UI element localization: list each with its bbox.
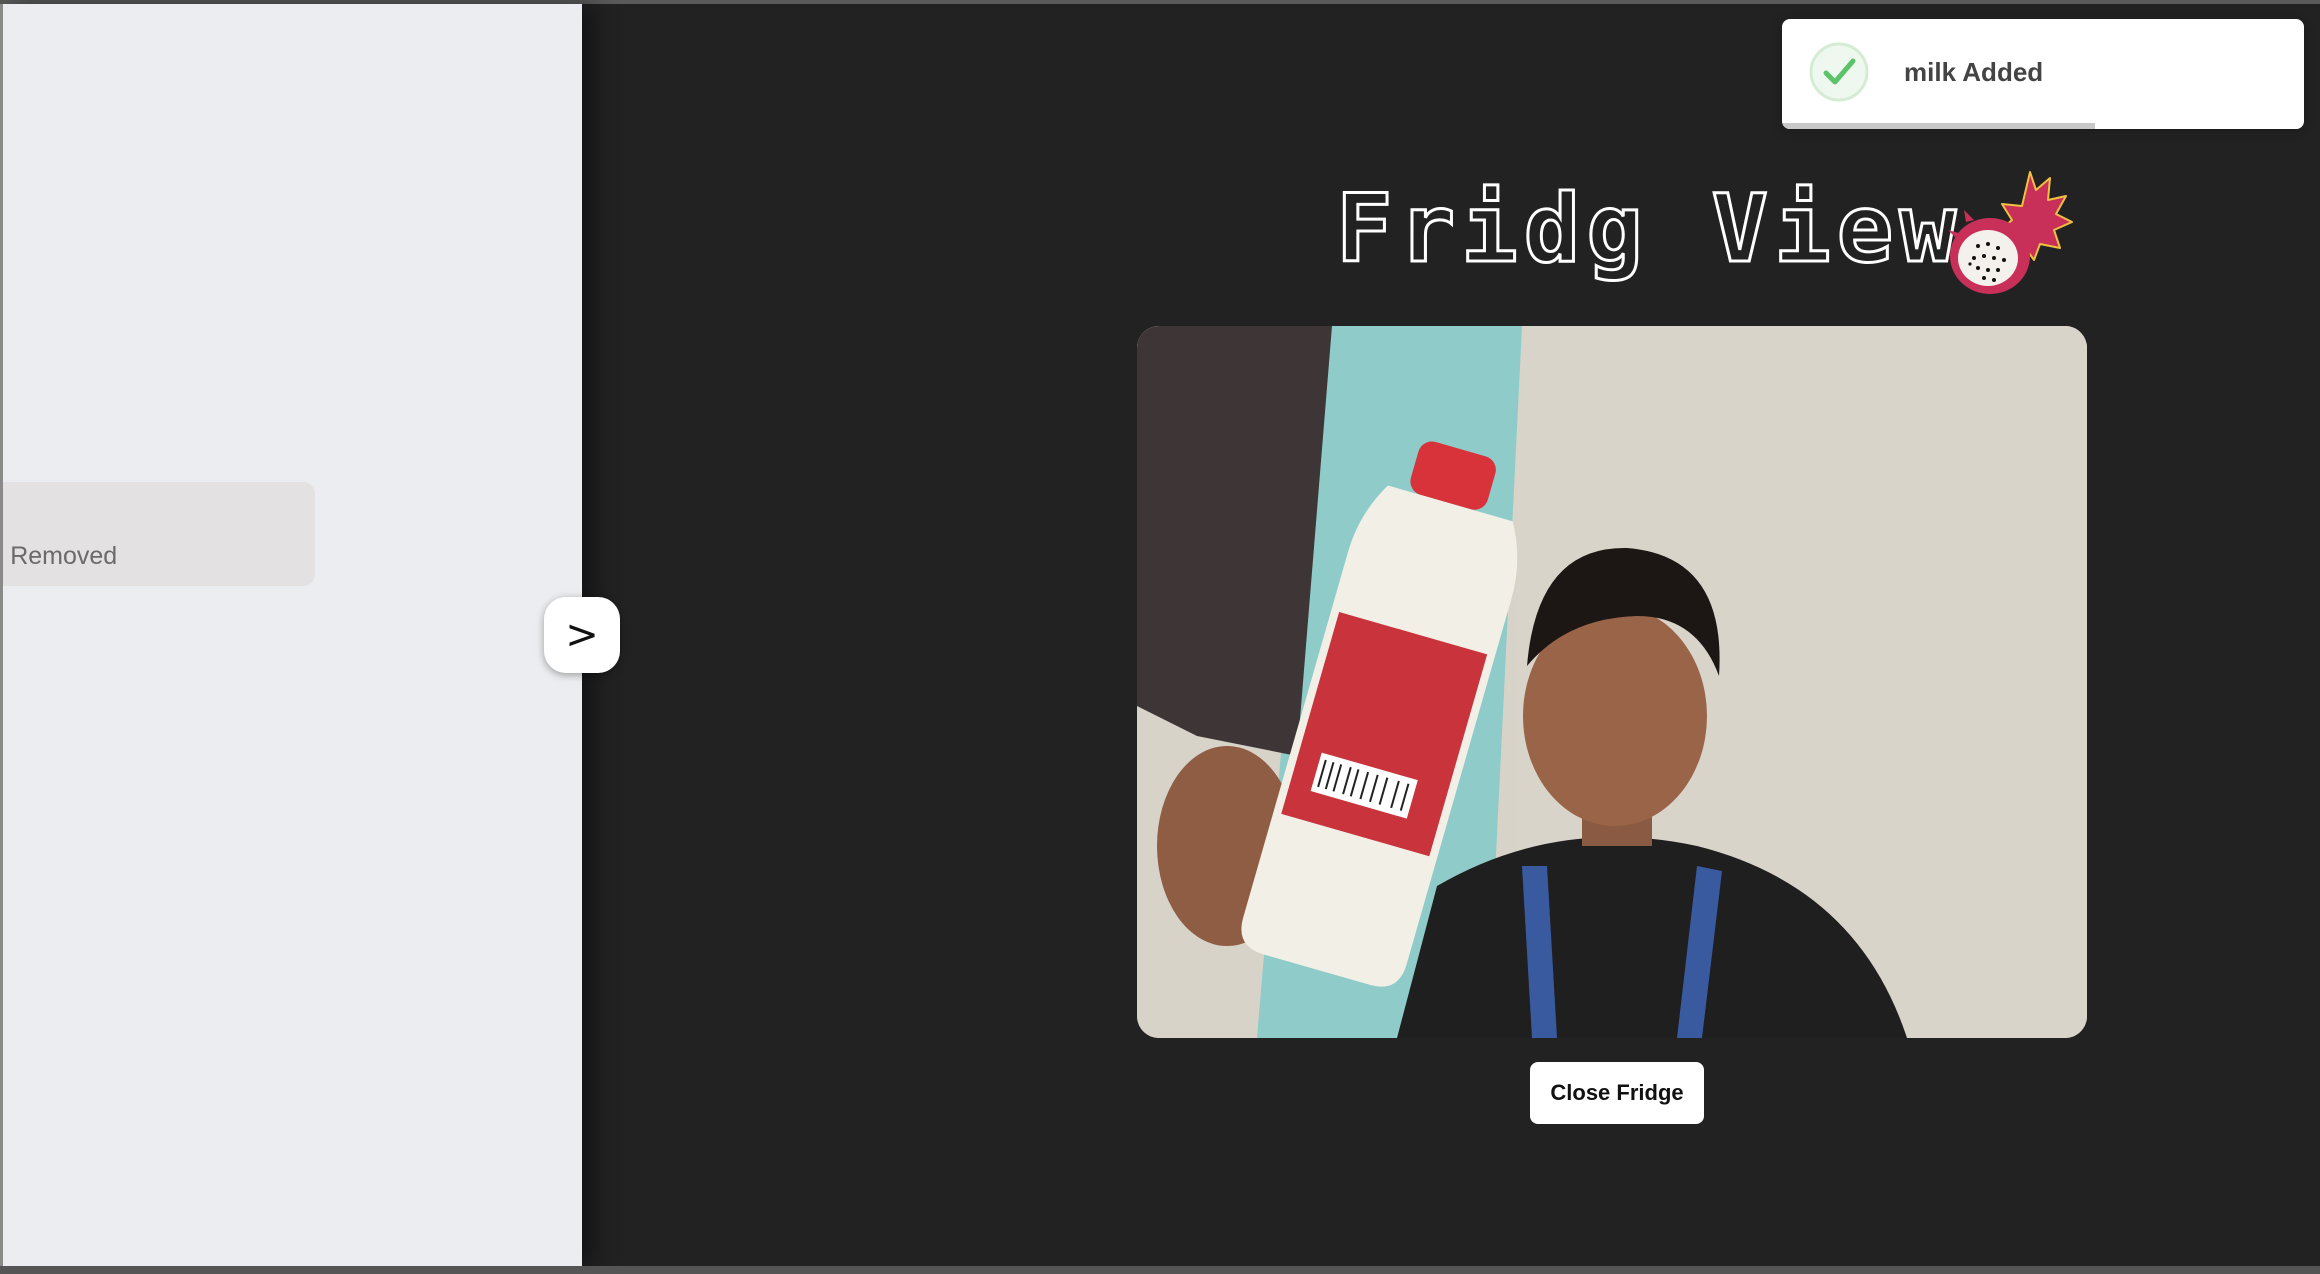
toast-progress-bar	[1782, 123, 2096, 129]
toast-notification: milk Added	[1782, 19, 2304, 129]
toast-message: milk Added	[1904, 57, 2044, 87]
check-circle-icon	[1809, 42, 1869, 102]
sidebar-panel: ys - Removed	[0, 4, 582, 1266]
history-item[interactable]: ys - Removed	[3, 482, 315, 586]
main-content: Fridg View Close Fridge	[582, 4, 2320, 1266]
bottom-edge	[0, 1266, 2320, 1274]
title-wrap: Fridg View	[1335, 154, 1962, 304]
history-item-text: ys - Removed	[3, 542, 118, 570]
camera-feed	[1137, 326, 2087, 1038]
toast-progress-track	[1782, 123, 2304, 129]
dragon-fruit-icon	[1948, 171, 2073, 294]
camera-feed-image	[1137, 326, 2087, 1038]
close-fridge-button[interactable]: Close Fridge	[1530, 1062, 1704, 1124]
page-title: Fridg View	[1335, 173, 1962, 285]
